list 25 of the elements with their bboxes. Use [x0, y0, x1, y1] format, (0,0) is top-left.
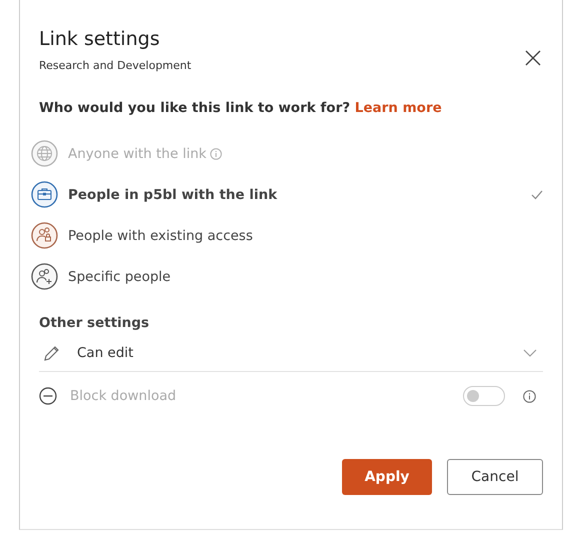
- cancel-button[interactable]: Cancel: [447, 459, 543, 495]
- block-download-label: Block download: [70, 388, 176, 404]
- people-add-icon: [31, 263, 58, 290]
- dialog-subtitle: Research and Development: [39, 59, 192, 72]
- block-icon: [39, 387, 57, 405]
- people-lock-icon: [31, 222, 58, 249]
- question-text: Who would you like this link to work for?: [39, 100, 350, 116]
- chevron-down-icon: [523, 349, 537, 357]
- pencil-icon: [43, 344, 60, 362]
- checkmark-icon: [531, 190, 543, 200]
- dialog-title: Link settings: [39, 28, 161, 50]
- learn-more-link[interactable]: Learn more: [354, 100, 442, 116]
- apply-button[interactable]: Apply: [342, 459, 432, 495]
- audience-option[interactable]: People in p5bl with the link: [31, 174, 543, 215]
- globe-icon: [31, 140, 58, 167]
- option-label: People in p5bl with the link: [68, 186, 278, 202]
- permission-dropdown[interactable]: Can edit: [39, 335, 543, 372]
- audience-option[interactable]: People with existing access: [31, 215, 543, 256]
- option-label: Specific people: [68, 268, 171, 284]
- section-heading: Other settings: [39, 315, 150, 331]
- option-label: Anyone with the link: [68, 146, 206, 162]
- briefcase-icon: [31, 181, 58, 208]
- option-label: People with existing access: [68, 228, 253, 244]
- audience-option[interactable]: Specific people: [31, 256, 543, 297]
- close-icon[interactable]: [525, 50, 541, 66]
